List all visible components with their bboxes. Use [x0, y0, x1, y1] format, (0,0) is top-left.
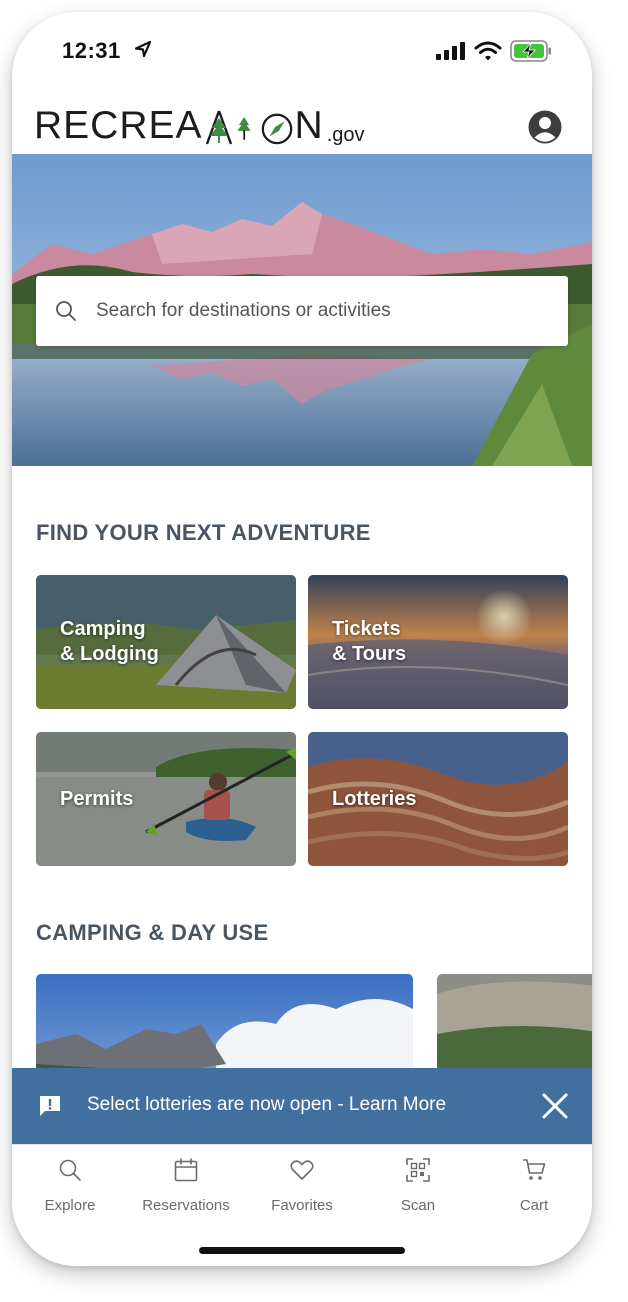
- tab-label: Cart: [519, 1197, 549, 1214]
- search-icon: [56, 301, 76, 321]
- tickets-tours-tile[interactable]: Tickets & Tours: [308, 575, 568, 709]
- tab-reservations[interactable]: Reservations: [128, 1157, 244, 1214]
- status-bar: 12:31: [12, 12, 592, 86]
- close-icon[interactable]: [541, 1092, 569, 1120]
- tab-explore[interactable]: Explore: [12, 1157, 128, 1214]
- tree-icon: [237, 117, 251, 140]
- permits-tile[interactable]: Permits: [36, 732, 296, 866]
- tab-scan[interactable]: Scan: [360, 1157, 476, 1214]
- tile-label: Camping & Lodging: [60, 618, 159, 665]
- adventure-heading: FIND YOUR NEXT ADVENTURE: [36, 520, 371, 545]
- home-indicator: [199, 1247, 405, 1254]
- tab-label: Favorites: [271, 1197, 333, 1214]
- location-arrow-icon: [134, 40, 152, 58]
- tab-favorites[interactable]: Favorites: [244, 1157, 360, 1214]
- qr-scan-icon: [406, 1158, 430, 1182]
- phone-frame: 12:31 RECREA N .gov Search for destinati…: [12, 12, 592, 1266]
- compass-icon: [261, 113, 292, 145]
- status-time: 12:31: [62, 38, 121, 63]
- banner-text[interactable]: Select lotteries are now open - Learn Mo…: [87, 1094, 446, 1116]
- lotteries-tile[interactable]: Lotteries: [308, 732, 568, 866]
- logo-text-right: N: [294, 104, 324, 147]
- tile-label: Permits: [60, 788, 134, 810]
- tab-label: Scan: [400, 1197, 436, 1214]
- user-circle-icon[interactable]: [528, 110, 562, 144]
- hero-image: [12, 154, 592, 466]
- cellular-signal-icon: [436, 42, 465, 60]
- search-bar[interactable]: [36, 276, 568, 346]
- logo-text-left: RECREA: [34, 104, 203, 147]
- calendar-icon: [174, 1158, 198, 1182]
- recreation-gov-logo[interactable]: RECREA I N .gov: [34, 104, 365, 147]
- logo-suffix: .gov: [326, 124, 365, 146]
- heart-icon: [290, 1160, 314, 1180]
- tile-label: Tickets & Tours: [332, 618, 407, 665]
- cart-icon: [523, 1159, 546, 1180]
- tile-label: Lotteries: [332, 788, 417, 810]
- battery-charging-icon: [510, 40, 551, 62]
- tab-cart[interactable]: Cart: [476, 1157, 592, 1214]
- lottery-banner[interactable]: Select lotteries are now open - Learn Mo…: [12, 1068, 592, 1144]
- camping-heading: CAMPING & DAY USE: [36, 920, 269, 945]
- search-icon: [59, 1159, 81, 1181]
- tab-label: Reservations: [142, 1197, 230, 1214]
- camping-lodging-tile[interactable]: Camping & Lodging: [36, 575, 296, 709]
- tab-label: Explore: [44, 1197, 96, 1214]
- tree-icon: [205, 110, 232, 145]
- wifi-icon: [474, 41, 502, 61]
- search-input[interactable]: [94, 299, 538, 323]
- alert-icon: [40, 1096, 60, 1116]
